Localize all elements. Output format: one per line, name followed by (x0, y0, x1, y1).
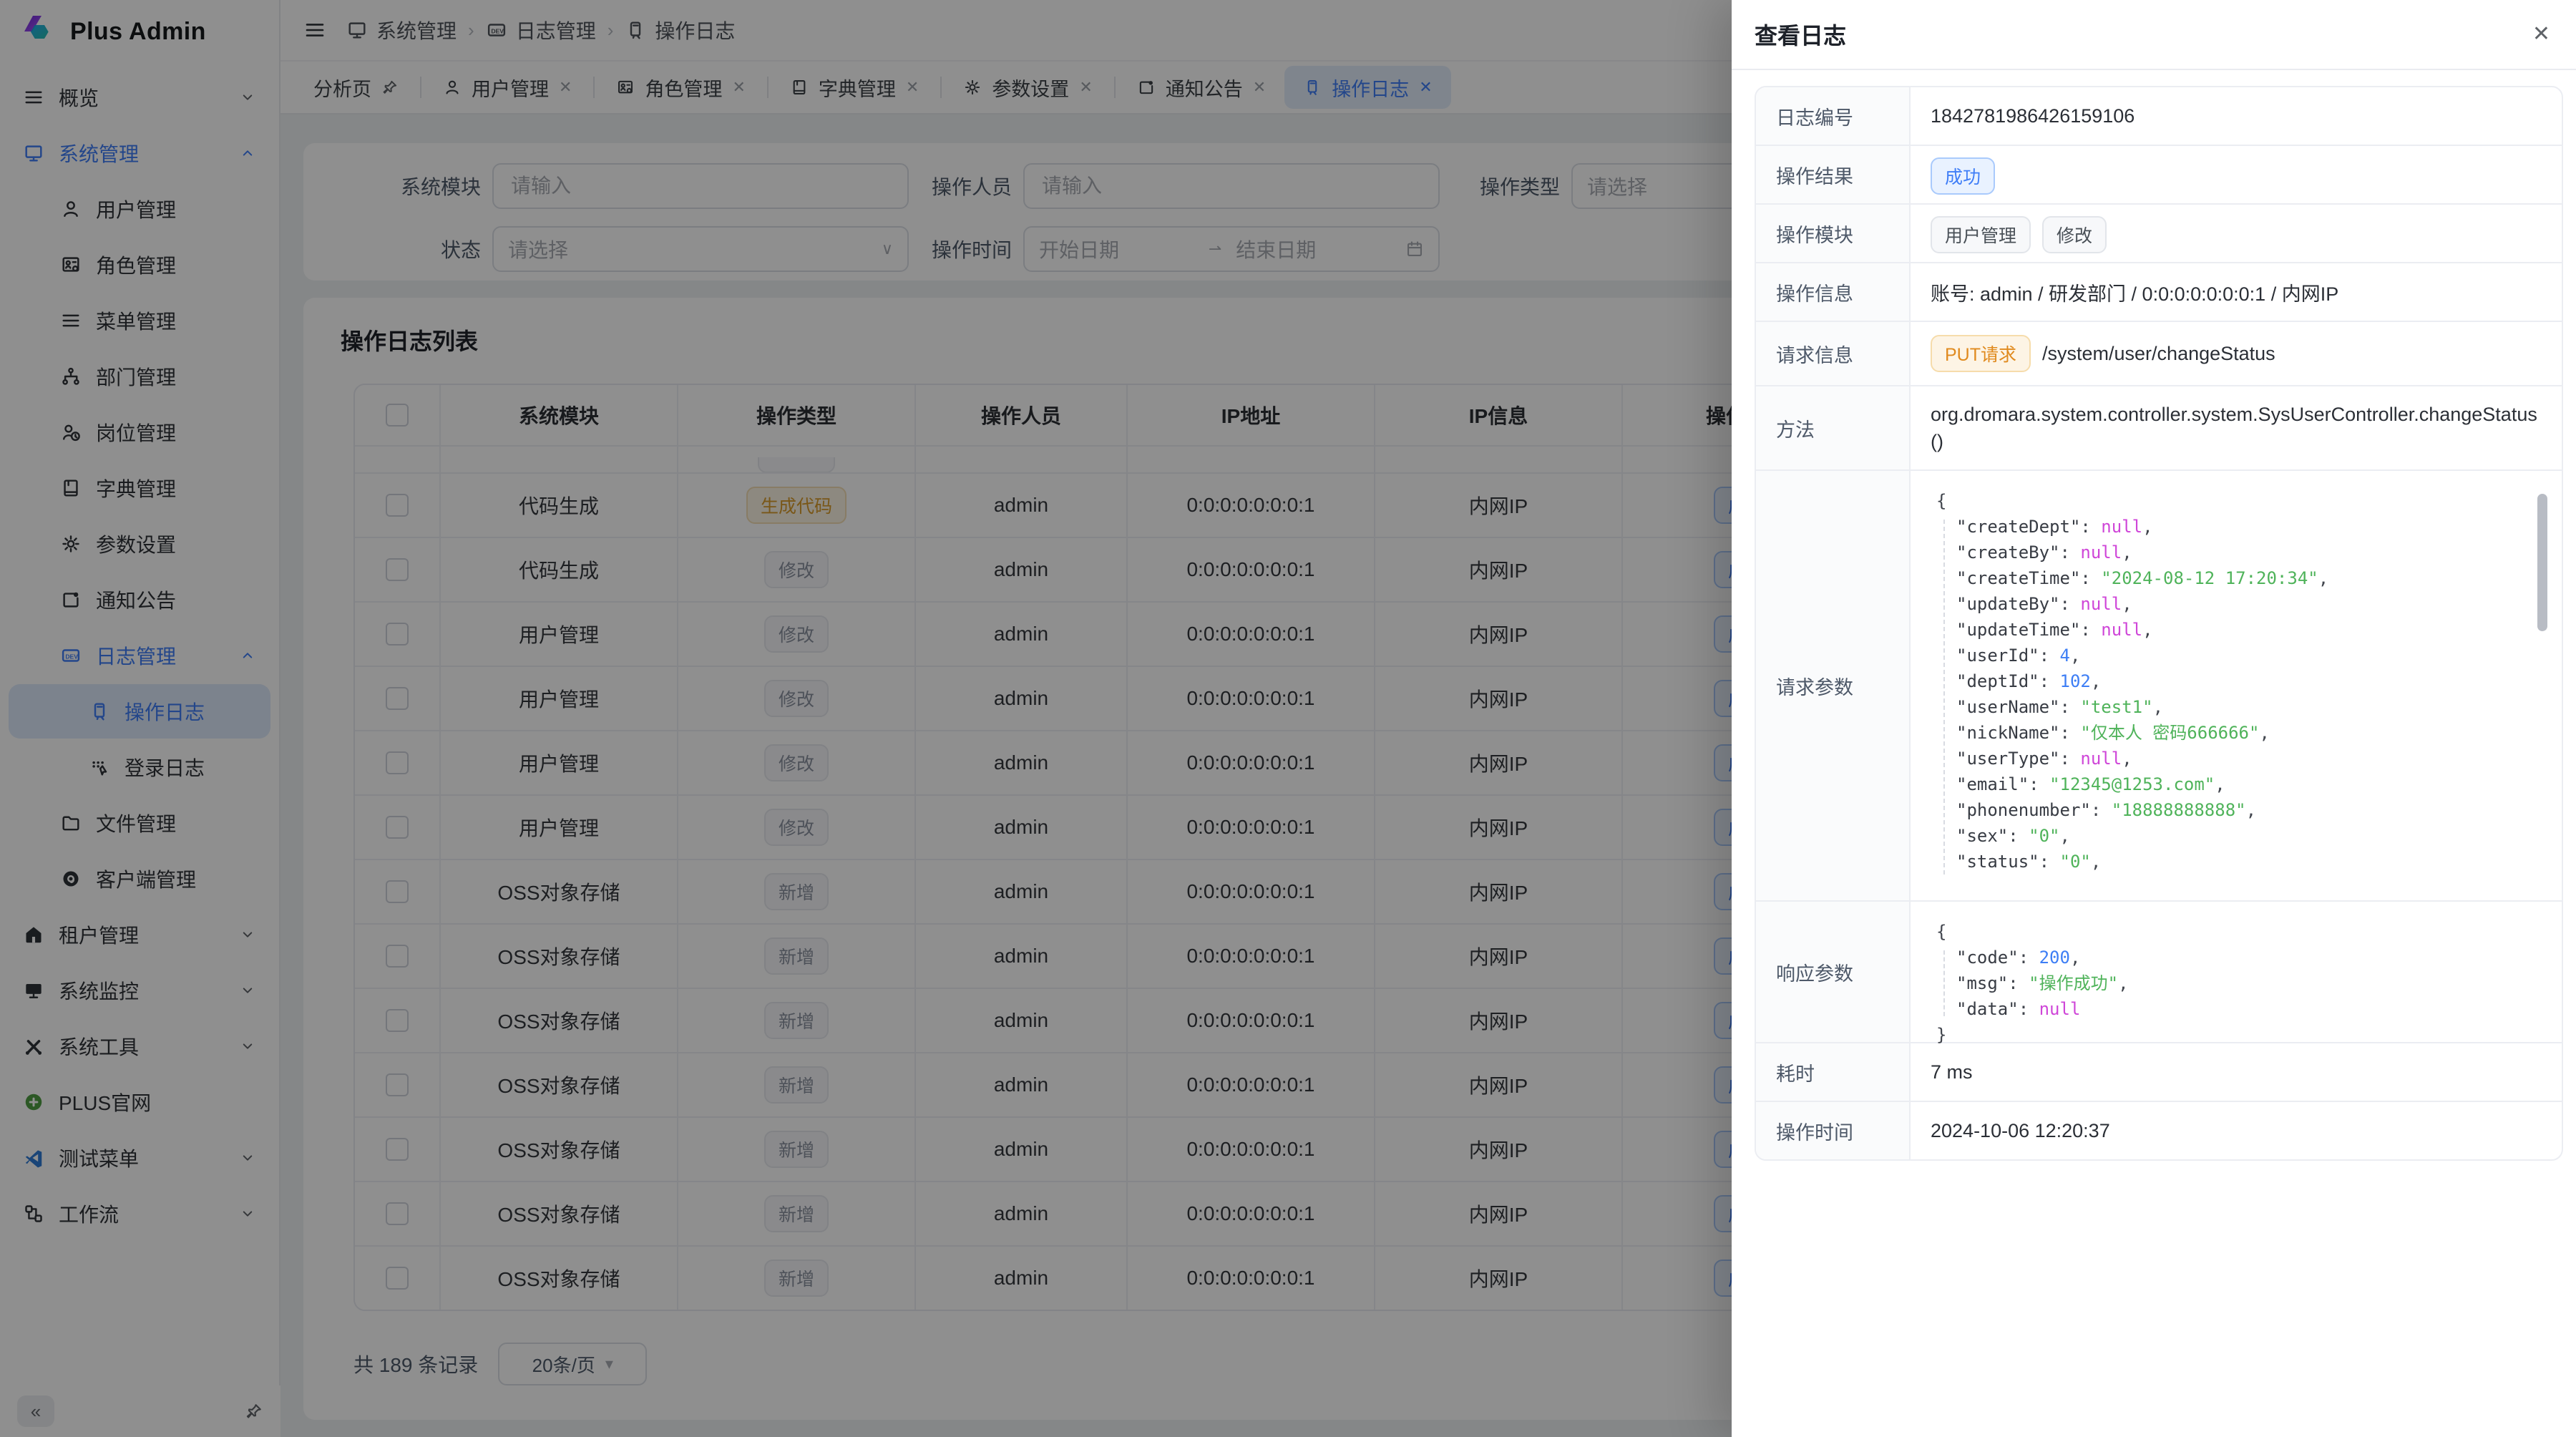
action-badge: 修改 (2042, 216, 2107, 253)
app-root: Plus Admin 概览 系统管理 用户管理 角色管理 菜单管理 部门管理 岗… (0, 0, 2576, 1437)
detail-row-info: 操作信息 账号: admin / 研发部门 / 0:0:0:0:0:0:0:1 … (1756, 263, 2562, 322)
json-line: "nickName": "仅本人 密码666666", (1936, 720, 2533, 746)
json-line: "updateBy": null, (1936, 591, 2533, 617)
json-line: "code": 200, (1936, 945, 2533, 970)
detail-label: 操作模块 (1756, 205, 1911, 262)
view-log-drawer: 查看日志 ✕ 日志编号 1842781986426159106 操作结果 成功 … (1732, 0, 2576, 1437)
detail-label: 操作信息 (1756, 263, 1911, 321)
detail-row-request: 请求信息 PUT请求 /system/user/changeStatus (1756, 322, 2562, 386)
detail-row-method: 方法 org.dromara.system.controller.system.… (1756, 386, 2562, 471)
log-detail-table: 日志编号 1842781986426159106 操作结果 成功 操作模块 用户… (1755, 86, 2563, 1161)
close-icon[interactable]: ✕ (2532, 24, 2550, 45)
operation-info-value: 账号: admin / 研发部门 / 0:0:0:0:0:0:0:1 / 内网I… (1911, 263, 2562, 321)
detail-label: 操作结果 (1756, 146, 1911, 203)
scrollbar-thumb[interactable] (2537, 494, 2547, 631)
json-line: "data": null (1936, 996, 2533, 1022)
json-line: "createBy": null, (1936, 540, 2533, 565)
json-line: "msg": "操作成功", (1936, 970, 2533, 996)
http-method-badge: PUT请求 (1931, 335, 2031, 372)
json-line: "status": "0", (1936, 849, 2533, 875)
json-line: "deptId": 102, (1936, 668, 2533, 694)
json-line: "userId": 4, (1936, 643, 2533, 668)
detail-label: 方法 (1756, 386, 1911, 469)
detail-row-response-params: 响应参数 {"code": 200,"msg": "操作成功","data": … (1756, 902, 2562, 1043)
json-line: "userType": null, (1936, 746, 2533, 771)
response-params-code[interactable]: {"code": 200,"msg": "操作成功","data": null} (1928, 913, 2553, 1053)
detail-row-module: 操作模块 用户管理 修改 (1756, 205, 2562, 263)
json-line: "phonenumber": "18888888888", (1936, 797, 2533, 823)
detail-label: 请求参数 (1756, 471, 1911, 900)
detail-label: 日志编号 (1756, 87, 1911, 145)
detail-label: 响应参数 (1756, 902, 1911, 1042)
json-line: "email": "12345@1253.com", (1936, 771, 2533, 797)
detail-label: 耗时 (1756, 1043, 1911, 1101)
request-params-code[interactable]: {"createDept": null,"createBy": null,"cr… (1928, 482, 2553, 880)
detail-label: 请求信息 (1756, 322, 1911, 385)
request-url: /system/user/changeStatus (2042, 343, 2275, 365)
json-line: "updateTime": null, (1936, 617, 2533, 643)
status-badge: 成功 (1931, 157, 1995, 195)
json-line: "createTime": "2024-08-12 17:20:34", (1936, 565, 2533, 591)
detail-row-log-id: 日志编号 1842781986426159106 (1756, 87, 2562, 146)
drawer-header: 查看日志 ✕ (1732, 0, 2576, 70)
detail-row-request-params: 请求参数 {"createDept": null,"createBy": nul… (1756, 471, 2562, 902)
detail-label: 操作时间 (1756, 1102, 1911, 1159)
detail-row-time: 操作时间 2024-10-06 12:20:37 (1756, 1102, 2562, 1159)
operation-time-value: 2024-10-06 12:20:37 (1911, 1102, 2562, 1159)
json-line: "createDept": null, (1936, 514, 2533, 540)
log-id-value: 1842781986426159106 (1911, 87, 2562, 145)
drawer-title: 查看日志 (1755, 18, 1846, 51)
module-badge: 用户管理 (1931, 216, 2031, 253)
json-line: "userName": "test1", (1936, 694, 2533, 720)
method-value: org.dromara.system.controller.system.Sys… (1911, 386, 2562, 469)
detail-row-result: 操作结果 成功 (1756, 146, 2562, 205)
json-line: "sex": "0", (1936, 823, 2533, 849)
